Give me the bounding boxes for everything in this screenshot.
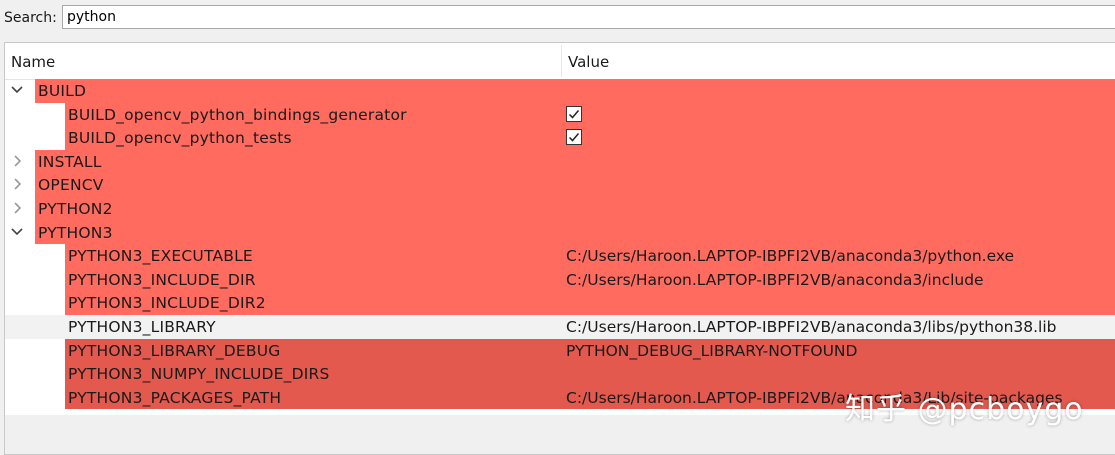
tree-group-row[interactable]: BUILD	[5, 79, 1115, 103]
entry-name: PYTHON3_PACKAGES_PATH	[68, 388, 282, 407]
entry-value[interactable]: C:/Users/Haroon.LAPTOP-IBPFI2VB/anaconda…	[566, 318, 1057, 336]
tree-entry-row[interactable]: PYTHON3_INCLUDE_DIR2	[5, 291, 1115, 315]
checkmark-icon	[568, 109, 580, 119]
row-highlight	[35, 149, 1115, 174]
chevron-right-icon[interactable]	[9, 153, 25, 169]
entry-name: PYTHON3_EXECUTABLE	[68, 247, 253, 266]
entry-name: PYTHON3_LIBRARY_DEBUG	[68, 341, 281, 360]
group-label: BUILD	[38, 82, 87, 100]
tree-entry-row[interactable]: BUILD_opencv_python_tests	[5, 126, 1115, 150]
group-label: PYTHON2	[38, 199, 113, 218]
tree-header: Name Value	[5, 43, 1115, 80]
group-label: PYTHON3	[38, 223, 113, 242]
column-header-value[interactable]: Value	[568, 53, 609, 71]
entry-value[interactable]: PYTHON_DEBUG_LIBRARY-NOTFOUND	[566, 342, 857, 360]
watermark: 知乎 @pcboygo	[845, 392, 1084, 427]
entry-name: BUILD_opencv_python_tests	[68, 129, 292, 148]
entry-value[interactable]: C:/Users/Haroon.LAPTOP-IBPFI2VB/anaconda…	[566, 247, 1014, 265]
tree-group-row[interactable]: PYTHON3	[5, 220, 1115, 245]
entry-name: PYTHON3_INCLUDE_DIR	[68, 270, 256, 289]
chevron-down-icon[interactable]	[9, 224, 25, 240]
entry-checkbox[interactable]	[566, 105, 582, 122]
row-highlight	[35, 173, 1115, 197]
entry-name: PYTHON3_NUMPY_INCLUDE_DIRS	[68, 365, 330, 384]
tree-entry-row[interactable]: PYTHON3_LIBRARY_DEBUG PYTHON_DEBUG_LIBRA…	[5, 338, 1115, 363]
row-highlight	[35, 196, 1115, 221]
search-bar: Search:	[0, 0, 1115, 38]
column-separator[interactable]	[561, 45, 562, 77]
search-input[interactable]	[62, 5, 1115, 29]
entry-value[interactable]: C:/Users/Haroon.LAPTOP-IBPFI2VB/anaconda…	[566, 271, 984, 289]
tree-entry-row-selected[interactable]: PYTHON3_LIBRARY C:/Users/Haroon.LAPTOP-I…	[5, 314, 1115, 339]
tree-group-row[interactable]: PYTHON2	[5, 196, 1115, 221]
chevron-down-icon[interactable]	[9, 82, 25, 98]
tree-entry-row[interactable]: BUILD_opencv_python_bindings_generator	[5, 102, 1115, 127]
tree-entry-row[interactable]: PYTHON3_EXECUTABLE C:/Users/Haroon.LAPTO…	[5, 244, 1115, 268]
entry-name: PYTHON3_INCLUDE_DIR2	[68, 294, 266, 313]
group-label: INSTALL	[38, 152, 102, 171]
entry-checkbox[interactable]	[566, 129, 582, 146]
search-label: Search:	[4, 10, 57, 26]
entry-name: PYTHON3_LIBRARY	[68, 317, 216, 336]
chevron-right-icon[interactable]	[9, 200, 25, 216]
column-header-name[interactable]: Name	[11, 53, 55, 71]
tree-group-row[interactable]: INSTALL	[5, 149, 1115, 174]
tree-entry-row[interactable]: PYTHON3_NUMPY_INCLUDE_DIRS	[5, 362, 1115, 386]
tree-entry-row[interactable]: PYTHON3_INCLUDE_DIR C:/Users/Haroon.LAPT…	[5, 267, 1115, 292]
row-highlight	[35, 79, 1115, 103]
row-highlight	[35, 220, 1115, 245]
checkmark-icon	[568, 133, 580, 142]
tree-group-row[interactable]: OPENCV	[5, 173, 1115, 197]
entry-name: BUILD_opencv_python_bindings_generator	[68, 105, 407, 124]
chevron-right-icon[interactable]	[9, 176, 25, 192]
group-label: OPENCV	[38, 176, 104, 195]
tree-rows: BUILD BUILD_opencv_python_bindings_gener…	[5, 79, 1115, 410]
